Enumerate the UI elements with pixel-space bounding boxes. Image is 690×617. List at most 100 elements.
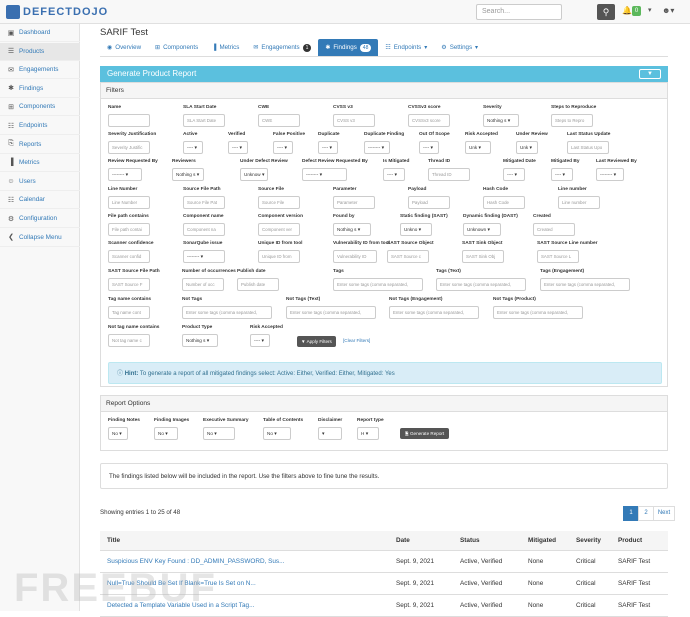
filter-select-out-of-scope[interactable]: ---- [419, 141, 439, 154]
clear-filters-link[interactable]: [Clear Filters] [343, 338, 370, 343]
filter-select-is-mitigated[interactable]: ---- [383, 168, 405, 181]
bell-icon[interactable]: 🔔 [622, 6, 632, 15]
filter-input-sast-source-object[interactable]: SAST Source c [387, 250, 429, 263]
filter-input-payload[interactable]: Payload [408, 196, 450, 209]
filter-input-hash-code[interactable]: Hash Code [483, 196, 525, 209]
option-select-finding-images[interactable]: No [154, 427, 178, 440]
filter-input-last-status-update[interactable]: Last Status Upo [567, 141, 609, 154]
filter-select-under-defect-review[interactable]: Unknow [240, 168, 268, 181]
tab-endpoints[interactable]: ☷ Endpoints ▾ [378, 39, 434, 56]
filter-input-not-tag-name-contains[interactable]: Not tag name c [108, 334, 150, 347]
sidebar-item-collapse-menu[interactable]: ❮ Collapse Menu [0, 229, 80, 247]
filter-select-sonarqube-issue[interactable]: -------- [183, 250, 225, 263]
filter-select-severity[interactable]: Nothing s [483, 114, 519, 127]
tab-engagements[interactable]: ✉ Engagements 1 [246, 39, 318, 56]
filter-select-risk-accepted[interactable]: Unk [465, 141, 491, 154]
sidebar-item-users[interactable]: ☺ Users [0, 173, 80, 191]
column-header-title[interactable]: Title [100, 531, 389, 551]
page-2-link[interactable]: 2 [638, 506, 654, 521]
filter-input-component-version[interactable]: Component ver [258, 223, 300, 236]
column-header-status[interactable]: Status [453, 531, 521, 551]
filter-input-parameter[interactable]: Parameter [333, 196, 375, 209]
tab-components[interactable]: ⊞ Components [148, 39, 205, 56]
search-button[interactable]: ⚲ [597, 4, 615, 20]
filter-input-sast-source-file-path[interactable]: SAST Source F [108, 278, 150, 291]
filter-input-not-tags-product[interactable]: Enter some tags (comma separated, [493, 306, 583, 319]
filter-input-cvssv3-score[interactable]: CVSSv3 score [408, 114, 450, 127]
filter-input-component-name[interactable]: Component na [183, 223, 225, 236]
filter-input-tags-text[interactable]: Enter some tags (comma separated, [436, 278, 526, 291]
filter-input-vulnerability-id-from-tool[interactable]: Vulnerability ID [333, 250, 377, 263]
filter-select-active[interactable]: ---- [183, 141, 203, 154]
filter-input-sast-sink-object[interactable]: SAST Sink Obj [462, 250, 504, 263]
filter-input-line-number[interactable]: Line number [558, 196, 600, 209]
sidebar-item-endpoints[interactable]: ☷ Endpoints [0, 117, 80, 135]
option-select-disclaimer[interactable] [318, 427, 342, 440]
filter-input-name[interactable] [108, 114, 150, 127]
filter-input-scanner-confidence[interactable]: Scanner confid [108, 250, 150, 263]
filter-input-severity-justification[interactable]: Severity Justific [108, 141, 150, 154]
sidebar-item-products[interactable]: ☰ Products [0, 42, 80, 61]
filter-input-created[interactable]: Created [533, 223, 575, 236]
filter-input-source-file[interactable]: Source File [258, 196, 300, 209]
filter-input-not-tags[interactable]: Enter some tags (comma separated, [182, 306, 272, 319]
next-page-link[interactable]: Next [653, 506, 675, 521]
sidebar-item-configuration[interactable]: ⚙ Configuration [0, 210, 80, 228]
option-select-report-type[interactable]: H [357, 427, 379, 440]
tab-settings[interactable]: ⚙ Settings ▾ [434, 39, 485, 56]
filter-input-source-file-path[interactable]: Source File Pat [183, 196, 225, 209]
filter-select-duplicate[interactable]: ---- [318, 141, 338, 154]
sidebar-item-findings[interactable]: ✱ Findings [0, 80, 80, 98]
option-select-finding-notes[interactable]: No [108, 427, 128, 440]
generate-report-button[interactable]: 🗎 Generate Report [400, 428, 450, 439]
filter-select-duplicate-finding[interactable]: -------- [364, 141, 390, 154]
filter-select-risk-accepted[interactable]: ---- [250, 334, 270, 347]
filter-input-number-of-occurrences[interactable]: Number of occ [182, 278, 224, 291]
filter-select-mitigated-date[interactable]: ---- [503, 168, 525, 181]
filter-select-dynamic-finding-dast[interactable]: Unknown [463, 223, 501, 236]
tab-overview[interactable]: ◉ Overview [100, 39, 148, 56]
filter-input-sast-source-line-number[interactable]: SAST Source L [537, 250, 579, 263]
filter-input-sla-start-date[interactable]: SLA Start Date [183, 114, 225, 127]
tab-metrics[interactable]: ▐ Metrics [205, 39, 246, 56]
filter-input-cwe[interactable]: CWE [258, 114, 300, 127]
sidebar-item-components[interactable]: ⊞ Components [0, 98, 80, 117]
tab-findings[interactable]: ✱ Findings 48 [318, 39, 379, 56]
filter-input-tags-engagement[interactable]: Enter some tags (comma separated, [540, 278, 630, 291]
filter-input-unique-id-from-tool[interactable]: Unique ID from [258, 250, 300, 263]
filter-input-thread-id[interactable]: Thread ID [428, 168, 470, 181]
filter-select-product-type[interactable]: Nothing s [182, 334, 218, 347]
filter-input-not-tags-engagement[interactable]: Enter some tags (comma separated, [389, 306, 479, 319]
filter-input-tag-name-contains[interactable]: Tag name cont [108, 306, 150, 319]
filter-select-verified[interactable]: ---- [228, 141, 248, 154]
sidebar-item-metrics[interactable]: ▐ Metrics [0, 154, 80, 173]
search-input[interactable]: Search... [476, 4, 562, 20]
apply-filters-button[interactable]: ▼ Apply Filters [297, 336, 336, 347]
filter-select-last-reviewed-by[interactable]: -------- [596, 168, 624, 181]
page-1-link[interactable]: 1 [623, 506, 639, 521]
filter-input-not-tags-text[interactable]: Enter some tags (comma separated, [286, 306, 376, 319]
option-select-table-of-contents[interactable]: No [263, 427, 291, 440]
filter-input-file-path-contains[interactable]: File path contai [108, 223, 150, 236]
column-header-mitigated[interactable]: Mitigated [521, 531, 569, 551]
column-header-severity[interactable]: Severity [569, 531, 611, 551]
sidebar-item-reports[interactable]: ⎘ Reports [0, 136, 80, 154]
user-icon[interactable]: ☻▾ [662, 6, 674, 15]
filter-toggle-button[interactable]: ▼ [639, 69, 661, 79]
filter-input-tags[interactable]: Enter some tags (comma separated, [333, 278, 423, 291]
filter-select-defect-review-requested-by[interactable]: -------- [302, 168, 347, 181]
column-header-product[interactable]: Product [611, 531, 668, 551]
filter-select-static-finding-sast[interactable]: Unkno [400, 223, 432, 236]
option-select-executive-summary[interactable]: No [203, 427, 235, 440]
filter-select-found-by[interactable]: Nothing s [333, 223, 371, 236]
filter-select-review-requested-by[interactable]: -------- [108, 168, 142, 181]
sidebar-item-calendar[interactable]: ☷ Calendar [0, 191, 80, 210]
chevron-down-icon[interactable]: ▾ [648, 6, 652, 14]
filter-select-false-positive[interactable]: ---- [273, 141, 293, 154]
filter-select-under-review[interactable]: Unk [516, 141, 538, 154]
filter-input-line-number[interactable]: Line Number [108, 196, 150, 209]
sidebar-item-engagements[interactable]: ✉ Engagements [0, 61, 80, 80]
filter-input-cvss-v3[interactable]: CVSS v3 [333, 114, 375, 127]
filter-input-publish-date[interactable]: Publish date [237, 278, 279, 291]
column-header-date[interactable]: Date [389, 531, 453, 551]
